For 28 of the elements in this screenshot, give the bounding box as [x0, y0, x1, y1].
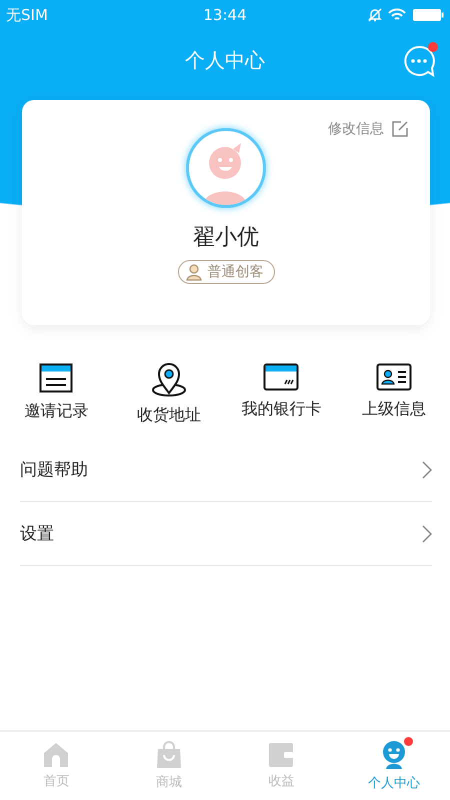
menu-row[interactable]: 设置	[20, 502, 432, 566]
shortcut-button[interactable]: 收货地址	[112, 363, 225, 426]
shortcut-button[interactable]: 邀请记录	[0, 363, 112, 426]
person-icon	[184, 263, 202, 281]
menu-row[interactable]: 问题帮助	[20, 438, 432, 502]
edit-info-button[interactable]: 修改信息	[328, 120, 408, 138]
shortcut-button[interactable]: 我的银行卡	[225, 363, 338, 426]
shortcut-button[interactable]: 上级信息	[338, 363, 450, 426]
member-level-badge: 普通创客	[178, 260, 274, 284]
location-pin-icon	[150, 363, 188, 397]
edit-icon	[392, 121, 408, 137]
battery-icon	[412, 8, 444, 22]
shopping-bag-icon	[156, 741, 182, 769]
messages-button[interactable]	[402, 44, 436, 78]
bell-muted-icon	[368, 8, 382, 22]
carrier-text: 无SIM	[6, 6, 48, 24]
wallet-icon	[268, 742, 294, 768]
chevron-right-icon	[422, 460, 432, 478]
home-icon	[43, 742, 70, 768]
list-card-icon	[39, 363, 74, 393]
wifi-icon	[388, 8, 406, 22]
id-card-icon	[376, 363, 412, 391]
bank-card-icon	[263, 363, 300, 391]
clock-text: 13:44	[203, 6, 247, 24]
chat-bubble-icon	[402, 44, 436, 78]
page-title: 个人中心	[185, 46, 265, 74]
user-name: 翟小优	[193, 224, 259, 252]
chevron-right-icon	[422, 524, 432, 542]
